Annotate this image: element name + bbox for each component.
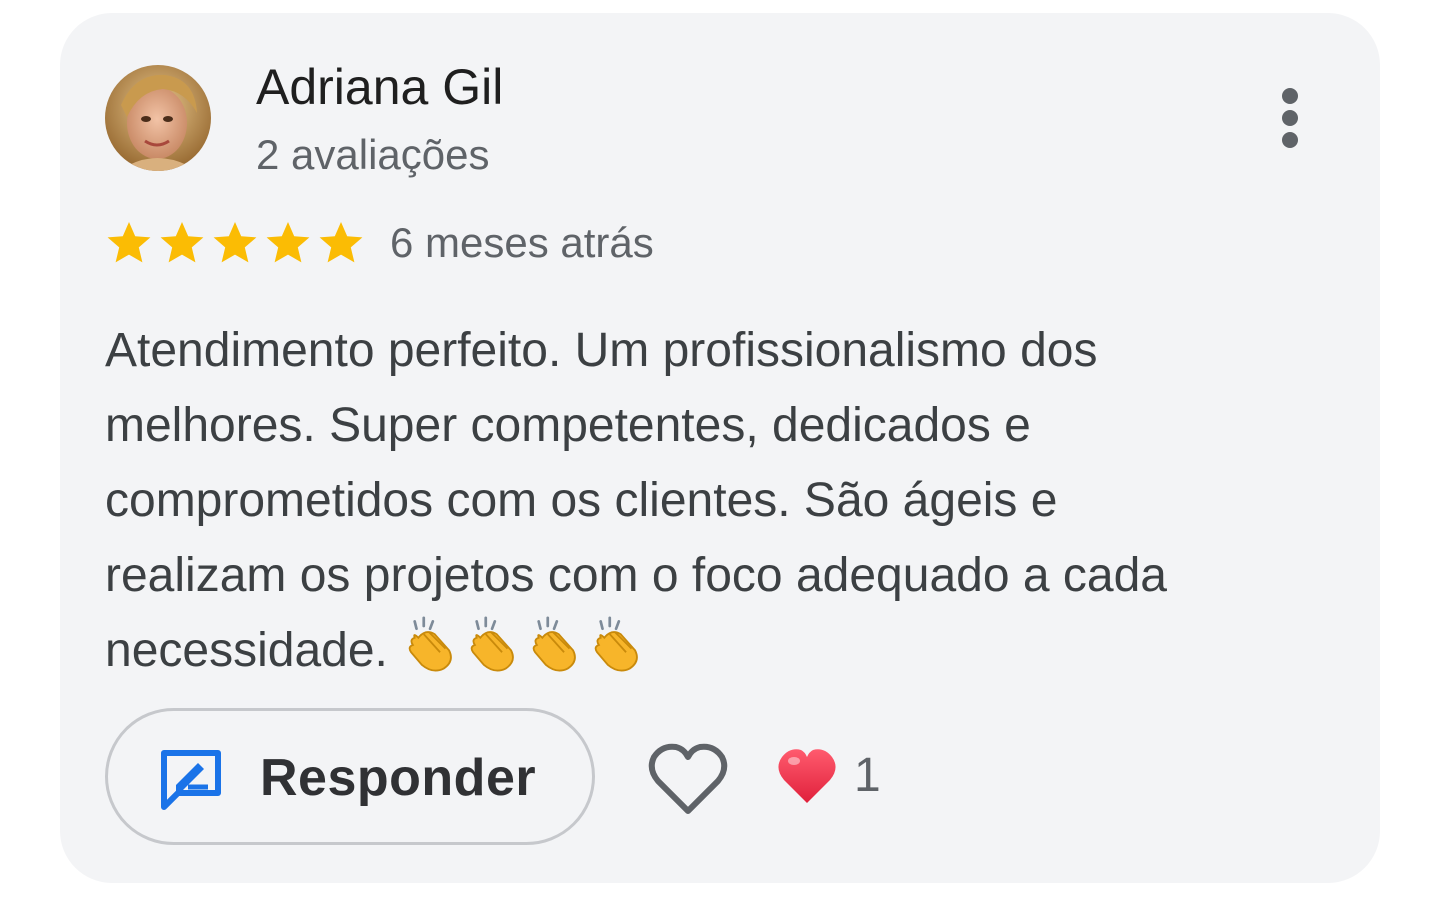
reply-button[interactable]: Responder xyxy=(105,708,595,845)
review-text: Atendimento perfeito. Um profissionalism… xyxy=(105,313,1335,688)
clapping-hands-emoji-icon xyxy=(470,616,514,672)
review-emoji xyxy=(402,616,646,674)
clapping-hands-emoji-icon xyxy=(408,616,452,672)
review-time: 6 meses atrás xyxy=(390,219,654,266)
author-name[interactable]: Adriana Gil xyxy=(256,57,503,117)
reaction-summary[interactable]: 1 xyxy=(776,747,881,805)
star-icon xyxy=(266,222,310,263)
more-options-button[interactable] xyxy=(1266,83,1314,155)
more-vert-icon xyxy=(1282,88,1298,148)
heart-filled-icon xyxy=(778,749,836,803)
star-icon xyxy=(107,222,151,263)
reply-button-label: Responder xyxy=(260,749,537,807)
star-rating xyxy=(105,219,365,267)
heart-outline-icon xyxy=(648,743,728,814)
star-icon xyxy=(160,222,204,263)
star-icon xyxy=(213,222,257,263)
author-review-count: 2 avaliações xyxy=(256,131,490,178)
clapping-hands-emoji-icon xyxy=(594,616,638,672)
avatar[interactable] xyxy=(105,65,211,171)
star-icon xyxy=(319,222,363,263)
like-button[interactable] xyxy=(646,741,730,817)
reply-icon xyxy=(161,750,221,810)
reaction-count: 1 xyxy=(854,749,881,802)
review-card: Adriana Gil 2 avaliações 6 meses atrás A… xyxy=(60,13,1380,883)
clapping-hands-emoji-icon xyxy=(532,616,576,672)
